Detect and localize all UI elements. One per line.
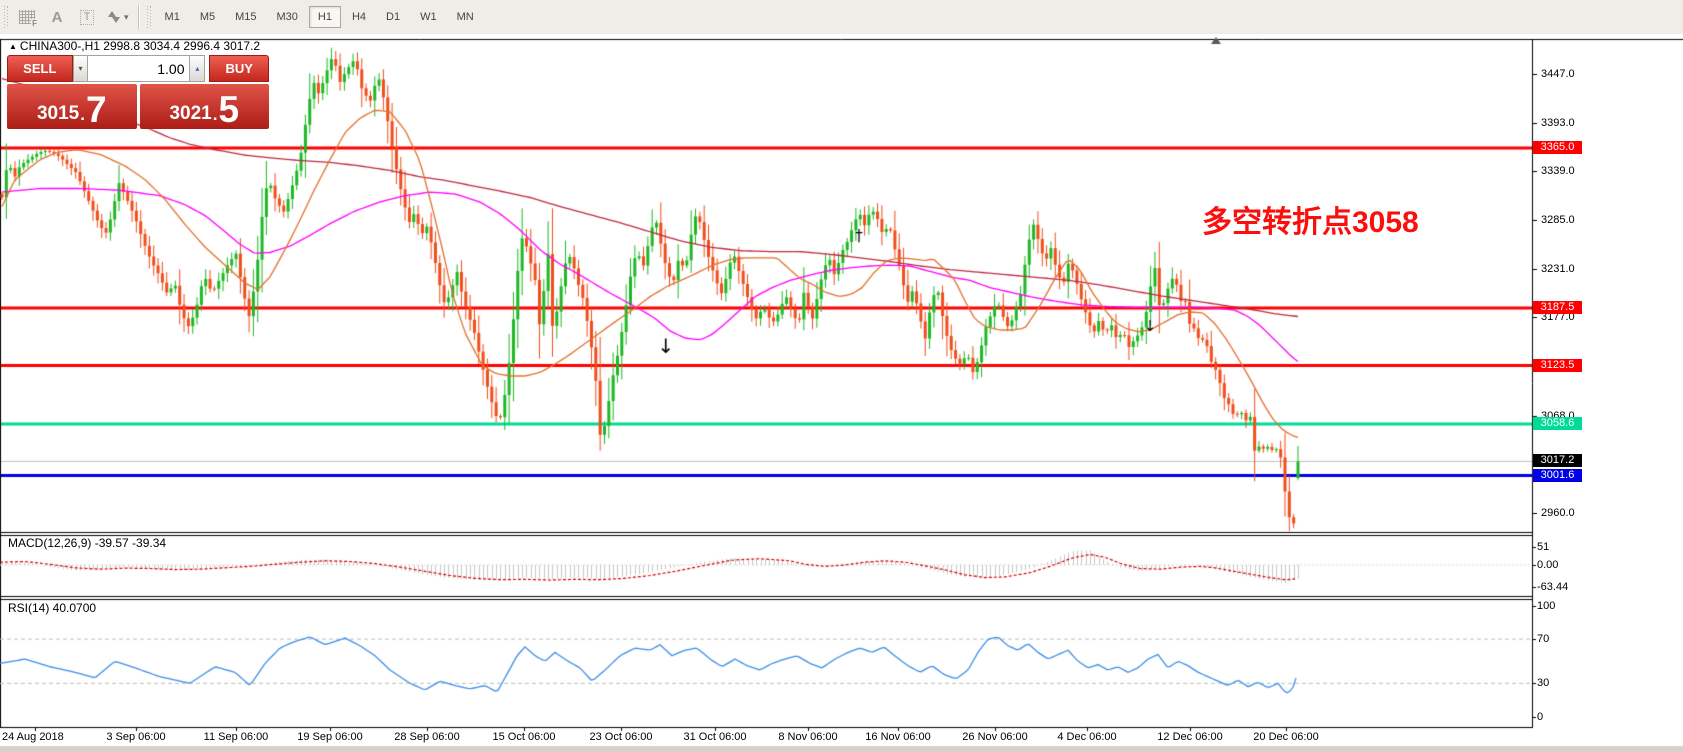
one-click-trading-panel: SELL ▾ ▴ BUY 3015.7 3021.5 — [7, 55, 270, 129]
time-axis-label: 31 Oct 06:00 — [683, 731, 747, 743]
volume-decrease-button[interactable]: ▾ — [72, 55, 89, 82]
macd-label: MACD(12,26,9) -39.57 -39.34 — [8, 536, 167, 550]
timeframe-m5-button[interactable]: M5 — [191, 6, 224, 28]
symbol-ohlc-text: CHINA300-,H1 2998.8 3034.4 2996.4 3017.2 — [19, 39, 261, 53]
macd-axis-label: -63.44 — [1537, 581, 1569, 594]
text-box-icon: T — [79, 9, 95, 25]
price-level-badge: 3017.2 — [1533, 454, 1582, 468]
rsi-axis-label: 100 — [1537, 600, 1556, 612]
price-tick-label: 3285.0 — [1541, 214, 1575, 227]
time-axis-label: 26 Nov 06:00 — [962, 731, 1028, 743]
time-axis-label: 19 Sep 06:00 — [297, 731, 363, 743]
toolbar: F A T ▾ M1 M5 M15 M30 H1 H4 D1 W1 MN — [0, 0, 1683, 35]
timeframe-m30-button[interactable]: M30 — [268, 6, 307, 28]
timeframe-d1-button[interactable]: D1 — [377, 6, 409, 28]
price-level-badge: 3187.5 — [1533, 300, 1582, 314]
time-axis-label: 28 Sep 06:00 — [394, 731, 460, 743]
price-level-badge: 3058.6 — [1533, 417, 1582, 431]
price-level-badge: 3123.5 — [1533, 358, 1582, 372]
toolbar-drag-handle[interactable] — [146, 6, 152, 28]
time-axis-label: 15 Oct 06:00 — [492, 731, 556, 743]
timeframe-m1-button[interactable]: M1 — [156, 6, 189, 28]
time-axis-label: 11 Sep 06:00 — [203, 731, 269, 743]
rsi-axis-label: 30 — [1537, 677, 1550, 690]
price-tick-label: 3339.0 — [1541, 165, 1575, 178]
price-tick-label: 2960.0 — [1541, 507, 1575, 519]
volume-input[interactable] — [88, 55, 190, 82]
chevron-down-icon: ▾ — [124, 11, 129, 22]
price-level-badge: 3001.6 — [1533, 468, 1582, 482]
text-box-tool-button[interactable]: T — [73, 4, 101, 30]
text-label-icon: A — [51, 8, 63, 26]
timeframe-m15-button[interactable]: M15 — [226, 6, 265, 28]
macd-axis-label: 0.00 — [1537, 559, 1559, 571]
timeframe-mn-button[interactable]: MN — [448, 6, 483, 28]
timeframe-h1-button[interactable]: H1 — [308, 6, 341, 28]
timeframe-group: M1 M5 M15 M30 H1 H4 D1 W1 MN — [155, 6, 484, 28]
chart-area: ▲ CHINA300-,H1 2998.8 3034.4 2996.4 3017.… — [0, 34, 1683, 752]
time-axis-label: 4 Dec 06:00 — [1057, 731, 1117, 743]
volume-increase-button[interactable]: ▴ — [189, 55, 206, 82]
arrows-tool-button[interactable]: ▾ — [103, 4, 133, 30]
time-axis-label: 3 Sep 06:00 — [106, 731, 166, 743]
time-axis-label: 8 Nov 06:00 — [778, 731, 838, 743]
time-axis-label: 23 Oct 06:00 — [589, 731, 653, 743]
timeframe-w1-button[interactable]: W1 — [411, 6, 446, 28]
arrows-icon — [107, 10, 121, 24]
time-axis-label: 24 Aug 2018 — [2, 731, 64, 743]
macd-axis-label: 51 — [1537, 541, 1550, 554]
rsi-label: RSI(14) 40.0700 — [8, 601, 97, 615]
toolbar-separator — [137, 5, 139, 29]
price-level-badge: 3365.0 — [1533, 140, 1582, 154]
buy-button[interactable]: BUY — [209, 55, 270, 82]
grid-f-tool-button[interactable]: F — [13, 4, 41, 30]
symbol-info: ▲ CHINA300-,H1 2998.8 3034.4 2996.4 3017.… — [9, 39, 260, 53]
rsi-axis-label: 70 — [1537, 633, 1550, 646]
buy-price-display[interactable]: 3021. 5 — [139, 84, 269, 129]
timeframe-h4-button[interactable]: H4 — [343, 6, 375, 28]
toolbar-drag-handle[interactable] — [4, 6, 9, 28]
time-axis-label: 12 Dec 06:00 — [1157, 731, 1223, 743]
price-tick-label: 3447.0 — [1541, 68, 1575, 80]
chart-annotation-text: 多空转折点3058 — [1202, 206, 1419, 239]
time-axis-label: 20 Dec 06:00 — [1253, 731, 1319, 743]
grid-f-icon: F — [19, 10, 37, 28]
mt4-window: F A T ▾ M1 M5 M15 M30 H1 H4 D1 W1 MN ▲ CHINA300-,… — [0, 0, 1683, 752]
sell-button[interactable]: SELL — [7, 55, 73, 82]
time-axis-label: 16 Nov 06:00 — [865, 731, 931, 743]
rsi-axis-label: 0 — [1537, 710, 1544, 723]
price-chart-canvas[interactable] — [0, 34, 1683, 752]
price-tick-label: 3393.0 — [1541, 116, 1575, 129]
price-tick-label: 3231.0 — [1541, 262, 1575, 275]
collapse-panel-icon[interactable]: ▲ — [9, 42, 17, 51]
sell-price-display[interactable]: 3015. 7 — [7, 84, 137, 129]
text-label-tool-button[interactable]: A — [43, 4, 71, 30]
